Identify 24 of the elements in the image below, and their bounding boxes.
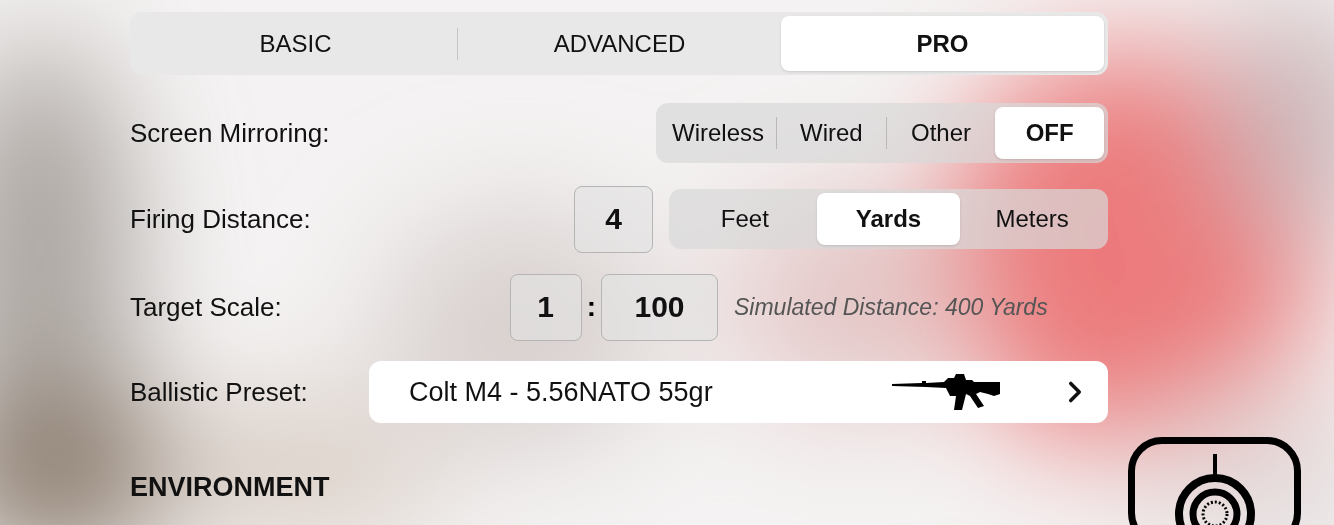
row-label: Ballistic Preset: — [130, 375, 309, 409]
segment[interactable]: Other — [886, 107, 996, 159]
row-label: Firing Distance: — [130, 202, 312, 236]
segment[interactable]: Meters — [960, 193, 1104, 245]
segment[interactable]: Yards — [816, 193, 961, 245]
section-heading: ENVIRONMENT — [130, 471, 331, 504]
target-button[interactable] — [1128, 437, 1301, 525]
scale-field[interactable]: 1 — [509, 273, 582, 341]
rifle-icon — [892, 372, 1002, 412]
segment[interactable]: Wireless — [660, 107, 776, 159]
tab[interactable]: PRO — [781, 16, 1104, 71]
segment[interactable]: OFF — [995, 107, 1104, 159]
tab[interactable]: ADVANCED — [458, 16, 781, 71]
segment[interactable]: Feet — [673, 193, 817, 245]
scale-field[interactable]: 100 — [601, 273, 718, 341]
tab[interactable]: BASIC — [134, 16, 457, 71]
preset-button[interactable]: Colt M4 - 5.56NATO 55gr — [369, 361, 1108, 423]
segment[interactable]: Wired — [777, 107, 886, 159]
colon: : — [586, 290, 596, 324]
crosshair-icon — [1173, 454, 1257, 525]
simulated-distance: Simulated Distance: 400 Yards — [734, 292, 1049, 322]
row-label: Screen Mirroring: — [130, 116, 330, 150]
distance-field[interactable]: 4 — [574, 185, 653, 253]
row-label: Target Scale: — [130, 290, 283, 324]
